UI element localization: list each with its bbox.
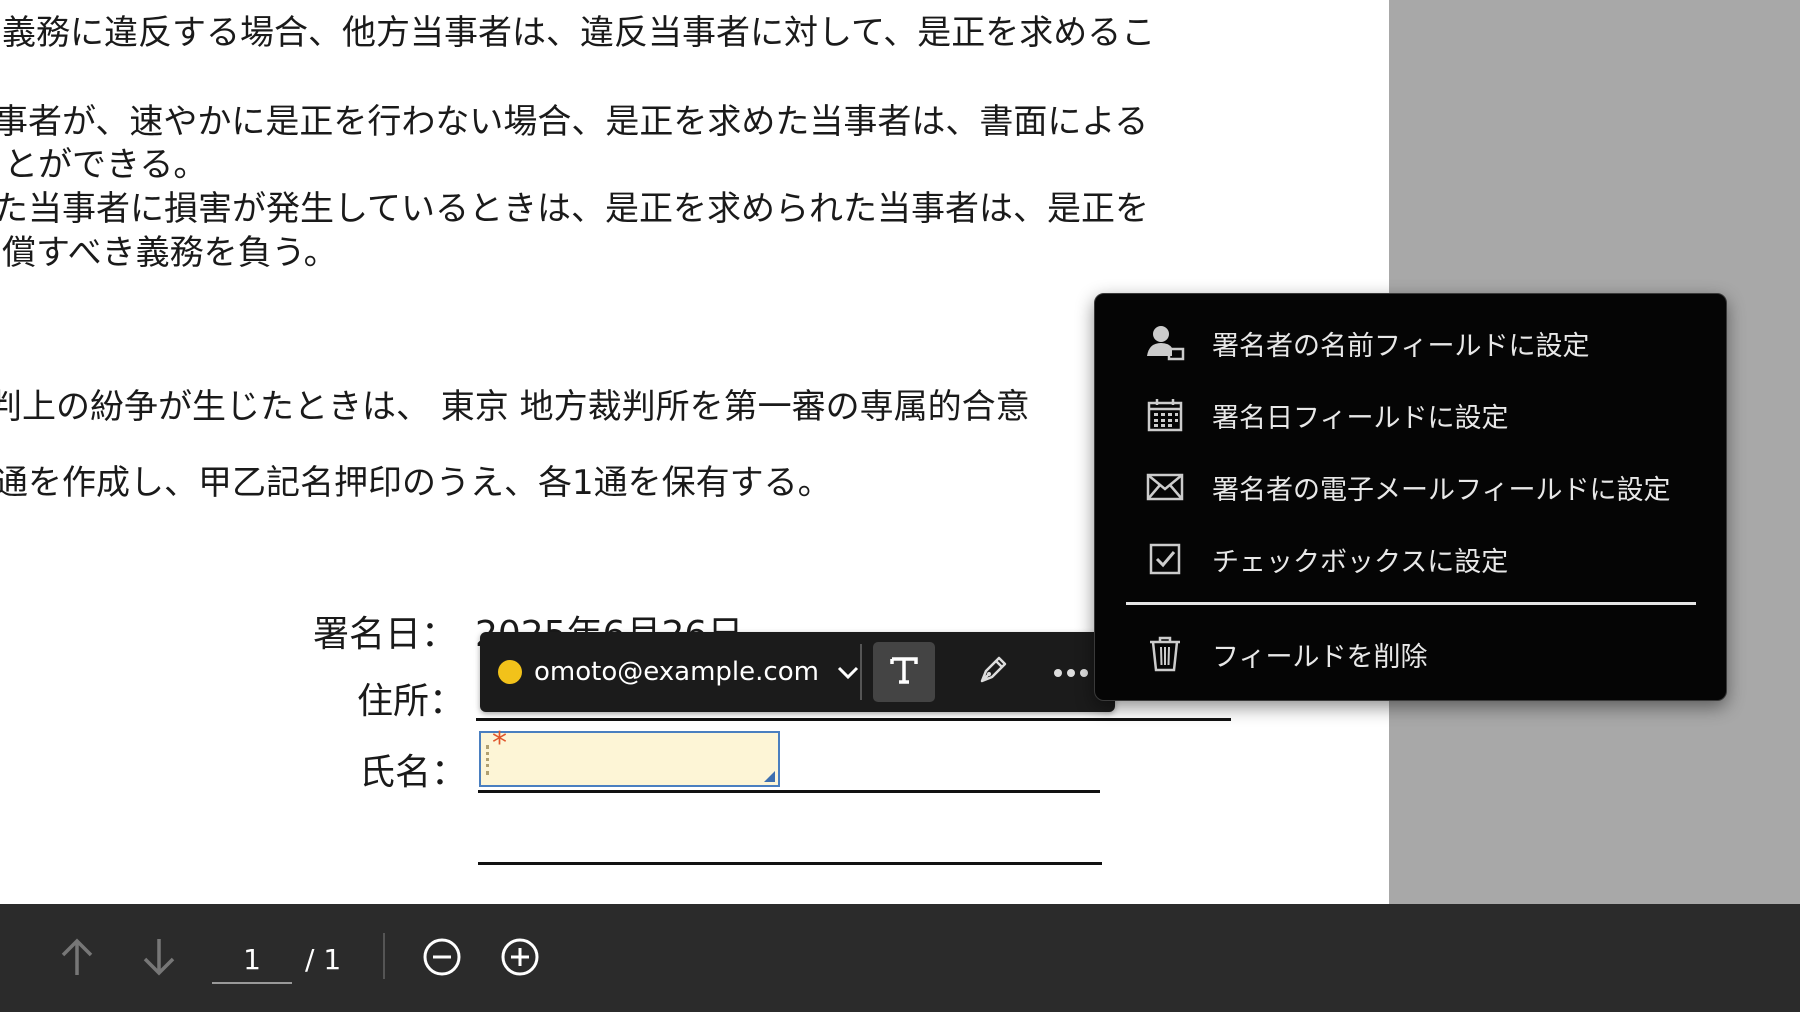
document-text-line: 償すべき義務を負う。	[2, 233, 338, 273]
calendar-icon	[1140, 398, 1190, 432]
toolbar-divider	[860, 644, 862, 700]
zoom-in-icon	[500, 937, 540, 981]
menu-item-sign-date[interactable]: 署名日フィールドに設定	[1095, 385, 1726, 445]
address-underline	[476, 718, 1231, 721]
field-context-menu: 署名者の名前フィールドに設定 署名日フィールドに設定 署名者の電子メールフィール…	[1094, 293, 1727, 701]
text-field-button[interactable]	[873, 642, 935, 702]
menu-item-label: フィールドを削除	[1212, 641, 1428, 673]
menu-item-signer-email[interactable]: 署名者の電子メールフィールドに設定	[1095, 457, 1726, 517]
document-text-line: 判上の紛争が生じたときは、 東京 地方裁判所を第一審の専属的合意	[0, 387, 1030, 427]
zoom-in-button[interactable]	[495, 934, 545, 984]
menu-item-label: 署名日フィールドに設定	[1212, 402, 1509, 434]
address-label: 住所：	[357, 681, 466, 722]
next-page-button[interactable]	[134, 934, 184, 984]
resize-handle[interactable]	[764, 771, 775, 782]
menu-divider	[1126, 602, 1696, 605]
name-underline	[478, 790, 1100, 793]
signer-selector[interactable]: omoto@example.com	[498, 652, 859, 692]
person-icon	[1140, 324, 1190, 362]
document-text-line: 義務に違反する場合、他方当事者は、違反当事者に対して、是正を求めるこ	[2, 13, 1156, 53]
document-text-line: た当事者に損害が発生しているときは、是正を求められた当事者は、是正を	[0, 189, 1149, 229]
name-label: 氏名：	[359, 752, 468, 793]
page-total: / 1	[305, 943, 342, 976]
signer-email: omoto@example.com	[534, 657, 819, 687]
envelope-icon	[1140, 473, 1190, 501]
checkbox-icon	[1140, 543, 1190, 575]
name-text-field[interactable]: *	[479, 726, 780, 787]
pen-icon	[976, 653, 1010, 691]
chevron-down-icon	[837, 657, 859, 687]
menu-item-label: チェックボックスに設定	[1212, 546, 1509, 578]
menu-item-label: 署名者の名前フィールドに設定	[1212, 330, 1590, 362]
bottom-toolbar-divider	[383, 933, 385, 979]
previous-page-button[interactable]	[52, 934, 102, 984]
arrow-down-icon	[141, 937, 177, 981]
more-dots-icon	[1053, 663, 1089, 682]
arrow-up-icon	[59, 937, 95, 981]
required-marker: *	[492, 726, 507, 761]
document-text-line: 通を作成し、甲乙記名押印のうえ、各1通を保有する。	[0, 463, 832, 503]
extra-underline	[478, 862, 1102, 865]
sign-date-label: 署名日：	[313, 614, 458, 655]
menu-item-delete-field[interactable]: フィールドを削除	[1095, 624, 1726, 684]
page-number-input[interactable]: 1	[212, 938, 292, 984]
document-text-line: 事者が、速やかに是正を行わない場合、是正を求めた当事者は、書面による	[0, 102, 1149, 142]
more-options-button[interactable]	[1040, 642, 1102, 702]
zoom-out-button[interactable]	[417, 934, 467, 984]
trash-icon	[1140, 635, 1190, 673]
field-toolbar: omoto@example.com	[480, 632, 1115, 712]
menu-item-signer-name[interactable]: 署名者の名前フィールドに設定	[1095, 313, 1726, 373]
document-text-line: とができる。	[4, 145, 208, 185]
menu-item-label: 署名者の電子メールフィールドに設定	[1212, 474, 1671, 506]
text-T-icon	[889, 655, 919, 689]
signature-field-button[interactable]	[962, 642, 1024, 702]
menu-item-checkbox[interactable]: チェックボックスに設定	[1095, 529, 1726, 589]
zoom-out-icon	[422, 937, 462, 981]
signer-color-dot	[498, 660, 522, 684]
